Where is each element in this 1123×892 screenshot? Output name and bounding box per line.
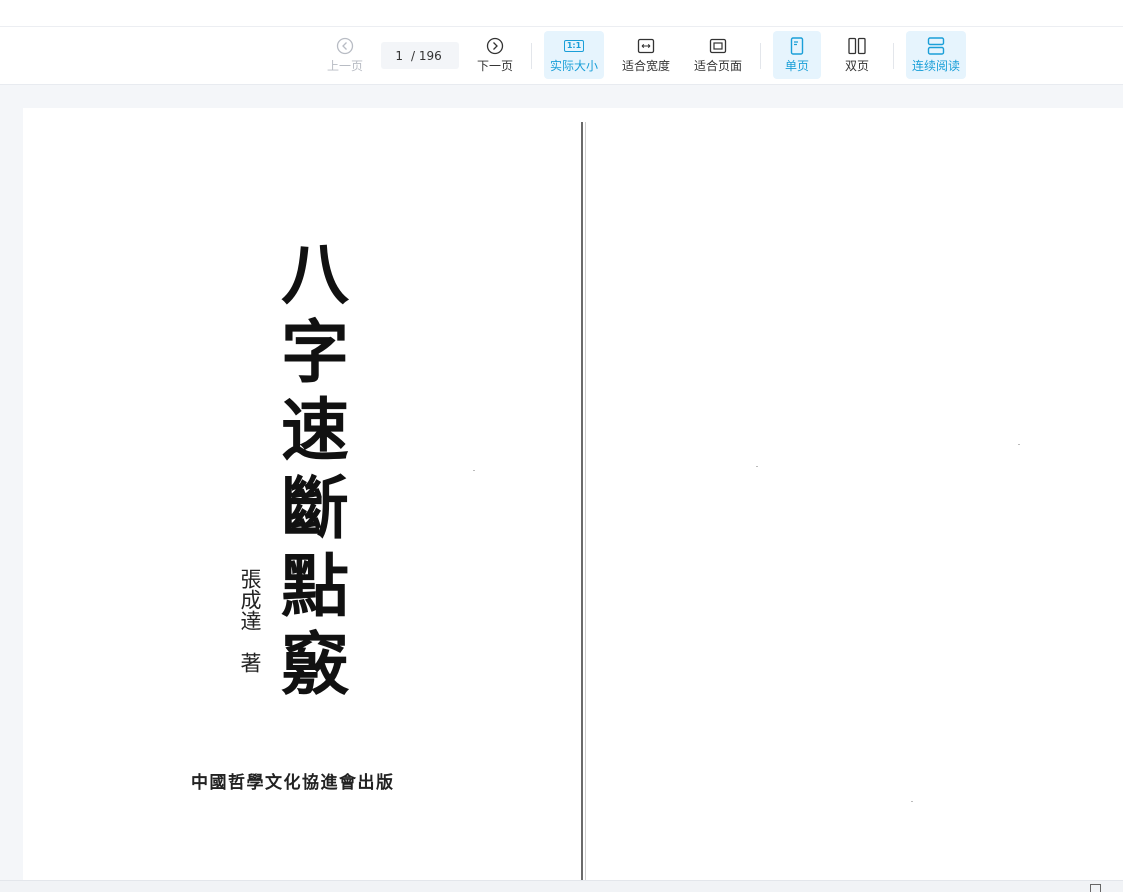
page-total: / 196	[411, 48, 442, 63]
top-strip	[0, 0, 1123, 27]
document-page: 八 字 速 斷 點 竅 張成達 著 中國哲學文化協進會出版	[23, 108, 1123, 880]
title-char: 斷	[280, 469, 349, 549]
book-publisher: 中國哲學文化協進會出版	[191, 773, 395, 793]
prev-page-label: 上一页	[326, 59, 363, 73]
title-char: 速	[280, 391, 349, 471]
fit-page-icon	[709, 36, 727, 56]
book-title: 八 字 速 斷 點 竅	[276, 236, 354, 704]
toolbar-divider	[531, 43, 532, 69]
double-page-icon	[848, 36, 866, 56]
actual-size-icon: 1:1	[563, 36, 585, 56]
book-spine-line	[581, 122, 583, 880]
actual-size-button[interactable]: 1:1 实际大小	[544, 31, 604, 79]
viewer-toolbar: 上一页 1 / 196 下一页 1:1 实际大小 适合宽度 适合页面 单页 双页…	[0, 27, 1123, 85]
single-page-icon	[790, 36, 804, 56]
fit-width-icon	[637, 36, 655, 56]
title-char: 八	[280, 235, 349, 315]
continuous-reading-label: 连续阅读	[911, 59, 960, 73]
scan-speck	[911, 801, 913, 802]
title-char: 字	[280, 313, 349, 393]
title-char: 點	[280, 547, 349, 627]
chevron-left-circle-icon	[336, 36, 354, 56]
fit-page-label: 适合页面	[693, 59, 742, 73]
continuous-reading-icon	[927, 36, 945, 56]
single-page-button[interactable]: 单页	[773, 31, 821, 79]
title-char: 竅	[280, 625, 349, 705]
scan-speck	[473, 470, 475, 471]
fit-width-label: 适合宽度	[621, 59, 670, 73]
actual-size-label: 实际大小	[549, 59, 598, 73]
toolbar-divider	[893, 43, 894, 69]
next-page-button[interactable]: 下一页	[470, 31, 520, 79]
next-page-label: 下一页	[476, 59, 513, 73]
page-current-input[interactable]: 1	[381, 49, 403, 63]
fit-width-button[interactable]: 适合宽度	[616, 31, 676, 79]
double-page-label: 双页	[844, 59, 869, 73]
scan-speck	[1018, 444, 1020, 445]
book-author: 張成達 著	[238, 568, 262, 673]
page-number-box[interactable]: 1 / 196	[381, 42, 459, 69]
single-page-label: 单页	[784, 59, 809, 73]
fit-page-button[interactable]: 适合页面	[688, 31, 748, 79]
double-page-button[interactable]: 双页	[833, 31, 881, 79]
book-spine-shadow	[585, 122, 586, 880]
prev-page-button[interactable]: 上一页	[320, 31, 370, 79]
scan-speck	[756, 466, 758, 467]
continuous-reading-button[interactable]: 连续阅读	[906, 31, 966, 79]
toolbar-divider	[760, 43, 761, 69]
status-bar	[0, 880, 1123, 892]
chevron-right-circle-icon	[486, 36, 504, 56]
